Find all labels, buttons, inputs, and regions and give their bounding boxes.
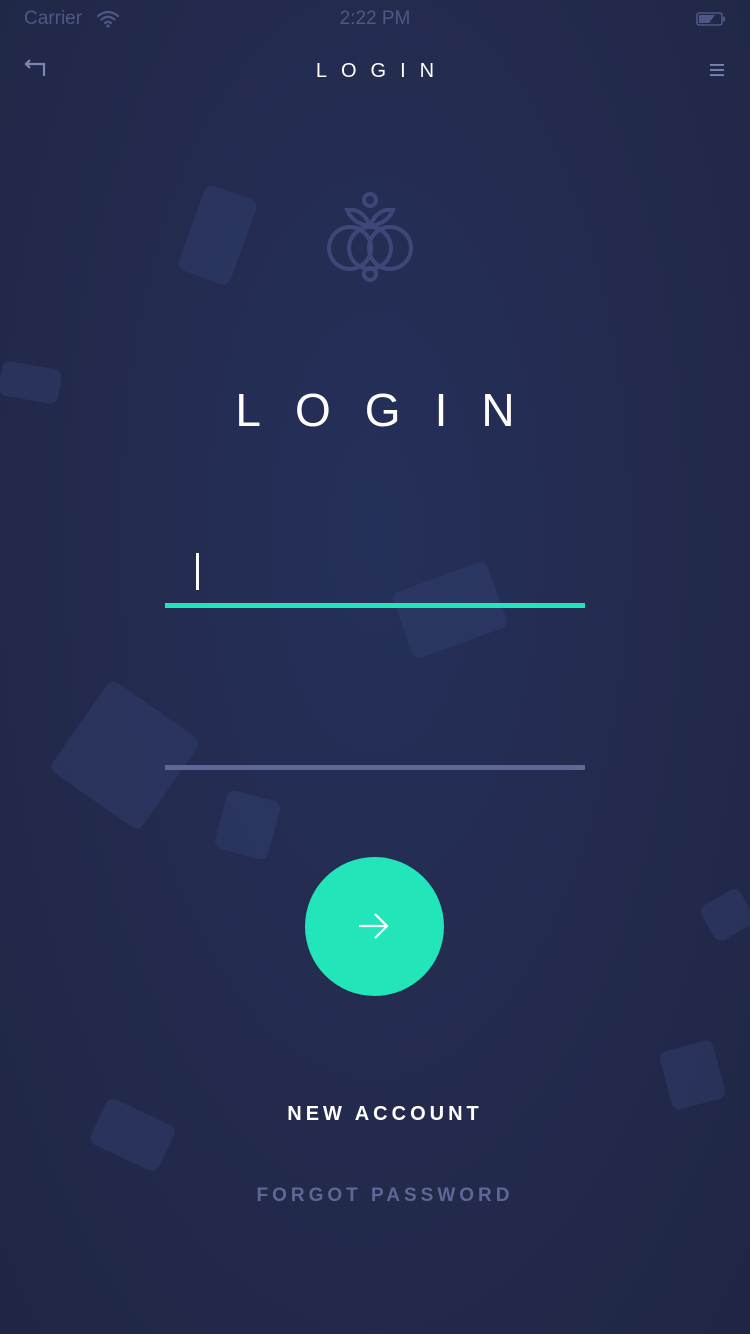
status-bar: Carrier 2:22 PM bbox=[0, 0, 750, 40]
nav-title: LOGIN bbox=[315, 60, 449, 82]
nav-bar: LOGIN bbox=[0, 40, 750, 104]
username-input[interactable] bbox=[165, 548, 585, 608]
page-title: LOGIN bbox=[235, 384, 549, 436]
arrow-right-icon bbox=[359, 913, 389, 939]
background-texture bbox=[698, 886, 750, 944]
submit-button[interactable] bbox=[305, 857, 444, 996]
background-texture bbox=[213, 788, 282, 862]
hamburger-menu-icon[interactable] bbox=[708, 62, 726, 78]
battery-icon bbox=[696, 12, 725, 26]
login-screen: Carrier 2:22 PM LOGIN LOGIN NEW ACCOUNT … bbox=[0, 0, 750, 1334]
text-cursor bbox=[196, 553, 199, 590]
status-time: 2:22 PM bbox=[339, 8, 411, 29]
background-texture bbox=[658, 1038, 727, 1112]
forgot-password-link[interactable]: FORGOT PASSWORD bbox=[0, 1185, 750, 1207]
new-account-link[interactable]: NEW ACCOUNT bbox=[0, 1103, 750, 1126]
background-texture bbox=[176, 183, 259, 287]
password-input[interactable] bbox=[165, 710, 585, 770]
logo-icon bbox=[327, 192, 413, 282]
